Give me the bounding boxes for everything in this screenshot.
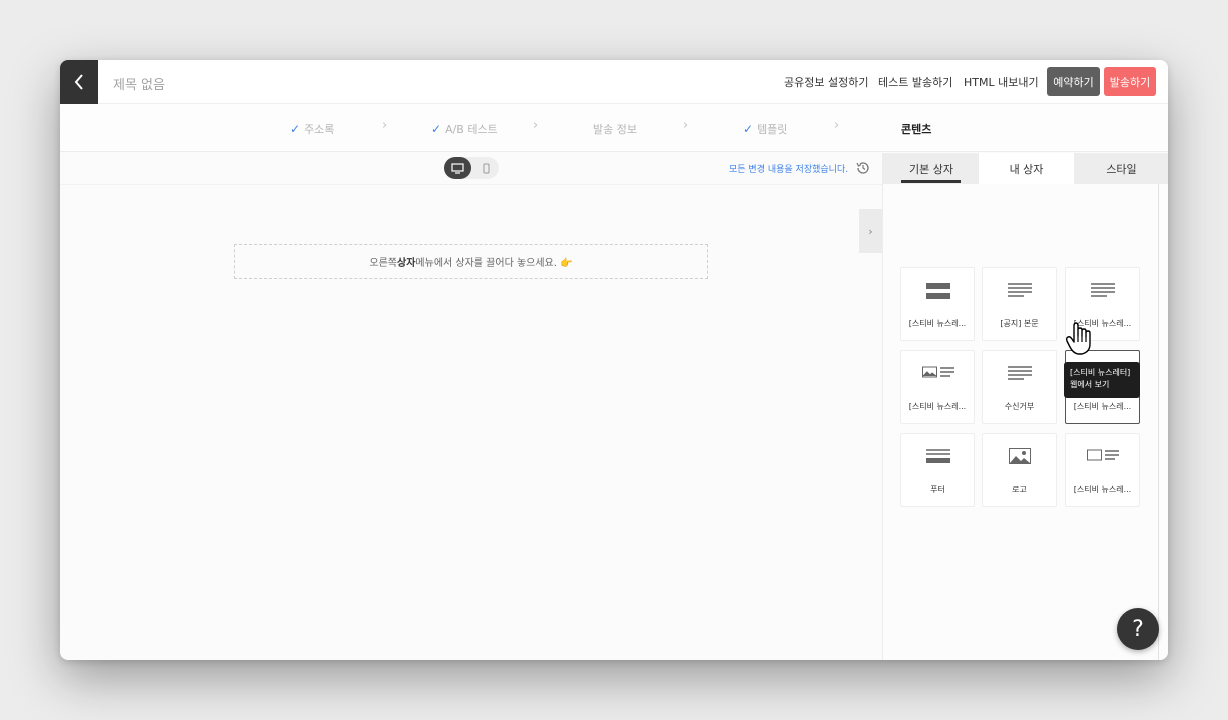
tooltip-line: 웹에서 보기 bbox=[1070, 380, 1110, 389]
drop-hint-bold: 상자 bbox=[397, 258, 416, 269]
step-address-book[interactable]: ✓ 주소록 bbox=[290, 121, 334, 137]
step-progress: ✓ 주소록 › ✓ A/B 테스트 › 발송 정보 › ✓ 템플릿 › 콘텐츠 bbox=[60, 104, 1168, 152]
reserve-button[interactable]: 예약하기 bbox=[1047, 67, 1100, 96]
drop-zone[interactable]: 오른쪽 상자 메뉴에서 상자를 끌어다 놓으세요. 👉 bbox=[234, 244, 708, 279]
active-tab-indicator bbox=[901, 180, 961, 183]
save-status: 모든 변경 내용을 저장했습니다. bbox=[729, 165, 849, 175]
step-send-info[interactable]: 발송 정보 bbox=[593, 121, 637, 137]
block-label: [스티비 뉴스레... bbox=[1073, 402, 1132, 411]
block-label: 푸터 bbox=[930, 485, 945, 494]
text-lines-icon bbox=[1066, 282, 1139, 298]
chevron-right-icon: › bbox=[868, 224, 873, 238]
image-icon bbox=[983, 448, 1056, 464]
block-item[interactable]: [공지] 본문 bbox=[982, 267, 1057, 341]
block-item[interactable]: 로고 bbox=[982, 433, 1057, 507]
image-text-icon bbox=[1066, 448, 1139, 462]
drop-hint-suffix: 메뉴에서 상자를 끌어다 놓으세요. 👉 bbox=[415, 258, 573, 269]
mobile-view-button[interactable] bbox=[474, 157, 499, 179]
tab-style[interactable]: 스타일 bbox=[1074, 153, 1168, 184]
chevron-right-icon: › bbox=[683, 118, 689, 133]
check-icon: ✓ bbox=[290, 122, 301, 136]
step-content[interactable]: 콘텐츠 bbox=[901, 121, 931, 137]
block-label: [스티비 뉴스레... bbox=[908, 319, 967, 328]
block-item[interactable]: [스티비 뉴스레... bbox=[900, 350, 975, 424]
back-button[interactable] bbox=[60, 60, 98, 104]
hand-cursor-icon bbox=[1065, 322, 1095, 360]
image-text-icon bbox=[901, 365, 974, 379]
block-label: [스티비 뉴스레... bbox=[908, 402, 967, 411]
step-template[interactable]: ✓ 템플릿 bbox=[743, 121, 787, 137]
check-icon: ✓ bbox=[431, 122, 442, 136]
bars-icon bbox=[901, 282, 974, 300]
block-item[interactable]: [스티비 뉴스레... bbox=[900, 267, 975, 341]
top-header: 제목 없음 공유정보 설정하기 테스트 발송하기 HTML 내보내기 예약하기 … bbox=[60, 60, 1168, 104]
block-label: [스티비 뉴스레... bbox=[1073, 485, 1132, 494]
chevron-right-icon: › bbox=[533, 118, 539, 133]
block-label: 수신거부 bbox=[1004, 402, 1035, 411]
panel-collapse-button[interactable]: › bbox=[859, 209, 882, 253]
share-settings-link[interactable]: 공유정보 설정하기 bbox=[784, 74, 868, 90]
block-item[interactable]: 푸터 bbox=[900, 433, 975, 507]
chevron-right-icon: › bbox=[834, 118, 840, 133]
document-title[interactable]: 제목 없음 bbox=[113, 74, 165, 93]
block-tooltip: [스티비 뉴스레터] 웹에서 보기 bbox=[1064, 362, 1140, 398]
history-icon[interactable] bbox=[855, 160, 871, 180]
device-toggle bbox=[444, 157, 499, 179]
text-lines-icon bbox=[983, 282, 1056, 298]
phone-icon bbox=[483, 163, 490, 173]
tooltip-line: [스티비 뉴스레터] bbox=[1070, 368, 1131, 377]
panel-scrollbar[interactable] bbox=[1158, 184, 1159, 660]
block-item[interactable]: 수신거부 bbox=[982, 350, 1057, 424]
block-panel: 기본 상자 내 상자 스타일 [스티비 뉴스레... [공지] 본문 [스티비 … bbox=[882, 153, 1168, 660]
check-icon: ✓ bbox=[743, 122, 754, 136]
canvas-divider bbox=[60, 184, 882, 185]
step-label: 발송 정보 bbox=[593, 123, 637, 136]
app-window: 제목 없음 공유정보 설정하기 테스트 발송하기 HTML 내보내기 예약하기 … bbox=[60, 60, 1168, 660]
footer-icon bbox=[901, 448, 974, 464]
tab-my-blocks[interactable]: 내 상자 bbox=[979, 153, 1074, 184]
desktop-view-button[interactable] bbox=[444, 157, 471, 179]
step-ab-test[interactable]: ✓ A/B 테스트 bbox=[431, 121, 498, 137]
block-label: [공지] 본문 bbox=[1000, 319, 1039, 328]
drop-hint-prefix: 오른쪽 bbox=[369, 258, 398, 269]
test-send-link[interactable]: 테스트 발송하기 bbox=[878, 74, 952, 90]
help-button[interactable]: ? bbox=[1117, 608, 1159, 650]
block-item[interactable]: [스티비 뉴스레... bbox=[1065, 433, 1140, 507]
chevron-right-icon: › bbox=[382, 118, 388, 133]
step-label: 콘텐츠 bbox=[901, 123, 932, 136]
send-button[interactable]: 발송하기 bbox=[1104, 67, 1156, 96]
step-label: A/B 테스트 bbox=[445, 123, 498, 136]
block-label: 로고 bbox=[1012, 485, 1027, 494]
chevron-left-icon bbox=[74, 74, 83, 90]
step-label: 주소록 bbox=[304, 123, 335, 136]
step-label: 템플릿 bbox=[757, 123, 788, 136]
monitor-icon bbox=[451, 162, 464, 174]
html-export-link[interactable]: HTML 내보내기 bbox=[964, 74, 1039, 90]
text-lines-icon bbox=[983, 365, 1056, 381]
